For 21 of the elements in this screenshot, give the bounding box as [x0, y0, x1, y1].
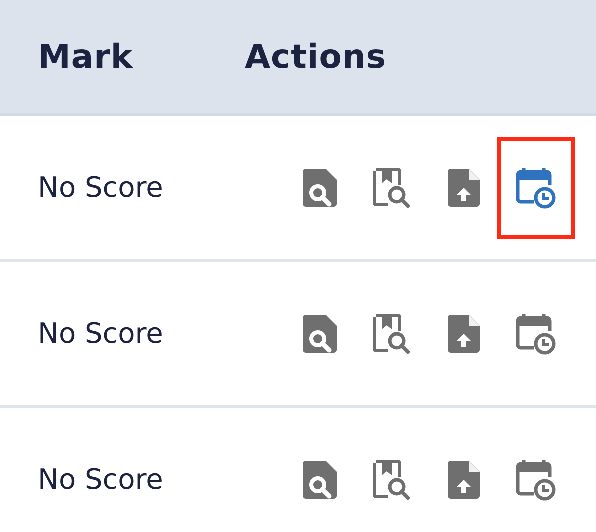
calendar-clock-icon — [516, 312, 556, 354]
document-search-icon — [303, 460, 337, 498]
mark-value: No Score — [37, 171, 164, 204]
column-header: Mark — [37, 37, 134, 76]
calendar-clock-icon — [516, 458, 556, 500]
file-upload-icon — [448, 460, 480, 498]
column-header: Actions — [245, 37, 386, 76]
document-search-icon — [303, 314, 337, 352]
file-upload-icon — [448, 314, 480, 352]
review-button[interactable] — [372, 166, 412, 210]
mark-value: No Score — [37, 463, 164, 496]
review-button[interactable] — [372, 312, 412, 356]
bookmark-search-icon — [373, 460, 411, 500]
bookmark-search-icon — [373, 168, 411, 208]
schedule-button[interactable] — [497, 136, 575, 238]
calendar-clock-icon — [516, 166, 556, 208]
review-button[interactable] — [372, 458, 412, 502]
mark-value: No Score — [37, 317, 164, 350]
file-upload-icon — [448, 168, 480, 206]
document-search-icon — [303, 168, 337, 206]
bookmark-search-icon — [373, 314, 411, 354]
